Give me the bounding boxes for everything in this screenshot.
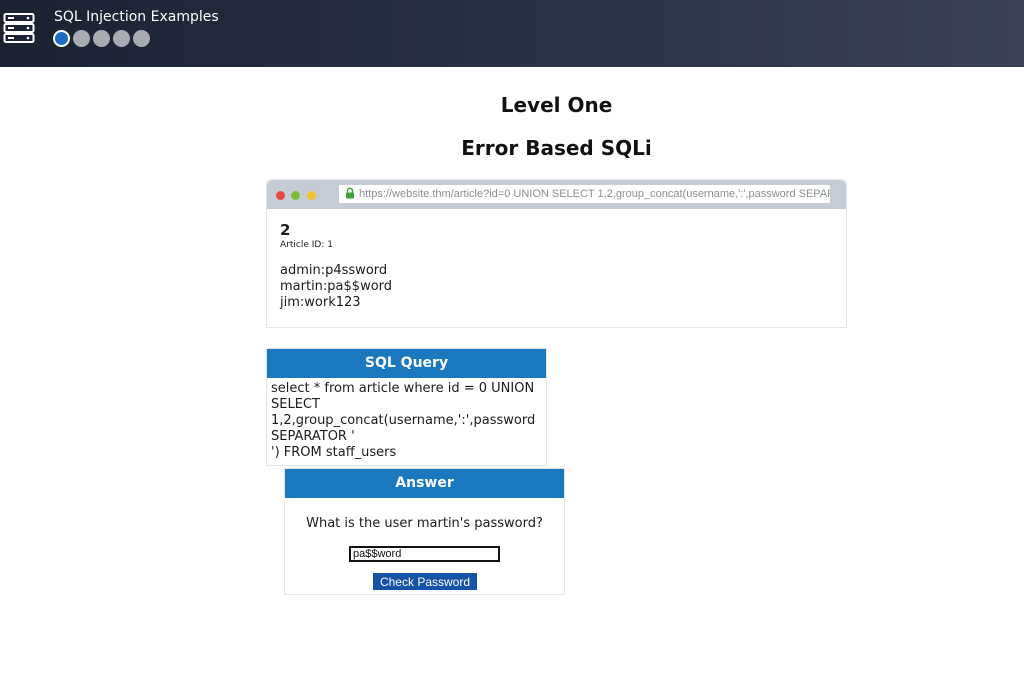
top-bar: SQL Injection Examples — [0, 0, 1024, 67]
article-title: 2 — [280, 221, 291, 239]
level-dot-4[interactable] — [113, 30, 130, 47]
sql-query-panel: SQL Query select * from article where id… — [266, 348, 547, 466]
level-dot-3[interactable] — [93, 30, 110, 47]
answer-header: Answer — [285, 469, 564, 498]
level-dot-2[interactable] — [73, 30, 90, 47]
sql-query-text: select * from article where id = 0 UNION… — [271, 381, 536, 460]
article-content: 2 Article ID: 1 admin:p4ssword martin:pa… — [267, 209, 846, 311]
article-id: Article ID: 1 — [280, 240, 333, 250]
app-title: SQL Injection Examples — [54, 9, 219, 25]
close-window-dot — [276, 191, 285, 200]
answer-panel: Answer What is the user martin's passwor… — [284, 468, 565, 595]
browser-mockup: https://website.thm/article?id=0 UNION S… — [266, 179, 847, 328]
minimize-window-dot — [291, 191, 300, 200]
url-text: https://website.thm/article?id=0 UNION S… — [359, 188, 830, 200]
check-password-button[interactable]: Check Password — [373, 573, 477, 590]
maximize-window-dot — [307, 191, 316, 200]
server-icon — [3, 13, 35, 43]
password-input[interactable] — [349, 546, 500, 562]
level-title: Level One — [500, 93, 613, 117]
page-subtitle: Error Based SQLi — [461, 136, 652, 160]
article-body: admin:p4ssword martin:pa$$word jim:work1… — [280, 263, 393, 310]
level-dot-1[interactable] — [53, 30, 70, 47]
browser-toolbar: https://website.thm/article?id=0 UNION S… — [267, 180, 846, 209]
url-bar: https://website.thm/article?id=0 UNION S… — [339, 185, 830, 203]
level-dot-5[interactable] — [133, 30, 150, 47]
sql-query-header: SQL Query — [267, 349, 546, 378]
answer-question: What is the user martin's password? — [306, 516, 543, 531]
lock-icon — [346, 187, 354, 199]
level-progress — [53, 30, 150, 47]
